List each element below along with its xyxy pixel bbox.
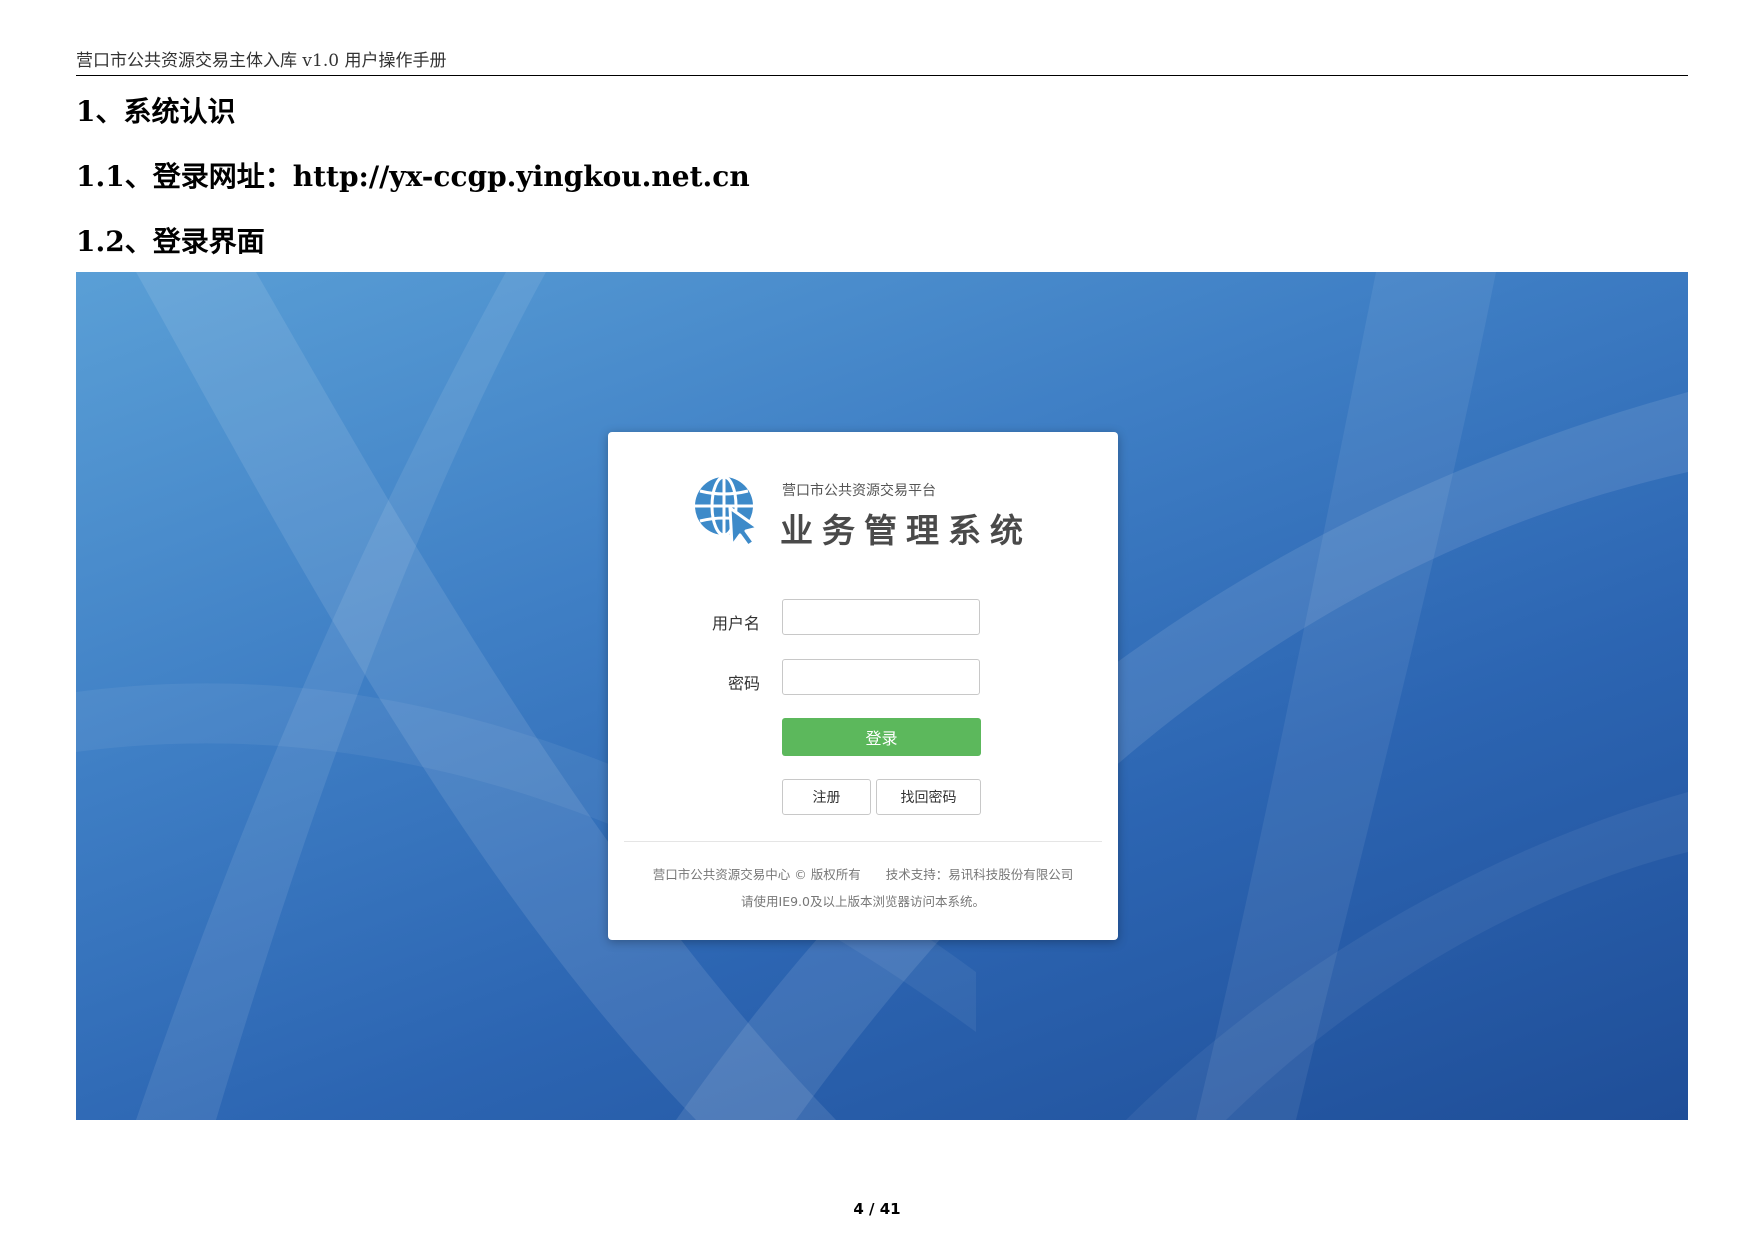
browser-notice: 请使用IE9.0及以上版本浏览器访问本系统。	[741, 894, 985, 909]
password-input[interactable]	[782, 659, 980, 695]
copyright-notice: 营口市公共资源交易中心 © 版权所有 技术支持：易讯科技股份有限公司	[652, 867, 1074, 882]
section-heading-login-url: 1.1、登录网址：http://yx-ccgp.yingkou.net.cn	[76, 160, 750, 193]
page-number: 4 / 41	[853, 1200, 901, 1218]
section-heading-system-overview: 1、系统认识	[76, 95, 236, 128]
section-heading-login-screen: 1.2、登录界面	[76, 225, 265, 258]
username-label: 用户名	[711, 614, 760, 633]
card-divider	[624, 841, 1102, 842]
password-label: 密码	[727, 674, 760, 693]
login-card: 营口市公共资源交易平台 业务管理系统 用户名 密码 登录 注册 找回密码 营口市…	[608, 432, 1118, 940]
running-header: 营口市公共资源交易主体入库 v1.0 用户操作手册	[76, 46, 1688, 76]
system-name: 业务管理系统	[780, 511, 1032, 550]
recover-password-button[interactable]: 找回密码	[876, 779, 981, 815]
globe-cursor-icon	[695, 475, 760, 548]
login-button[interactable]: 登录	[782, 718, 981, 756]
login-screenshot: 营口市公共资源交易平台 业务管理系统 用户名 密码 登录 注册 找回密码 营口市…	[76, 272, 1688, 1120]
username-input[interactable]	[782, 599, 980, 635]
register-button[interactable]: 注册	[782, 779, 871, 815]
platform-name: 营口市公共资源交易平台	[782, 483, 936, 499]
